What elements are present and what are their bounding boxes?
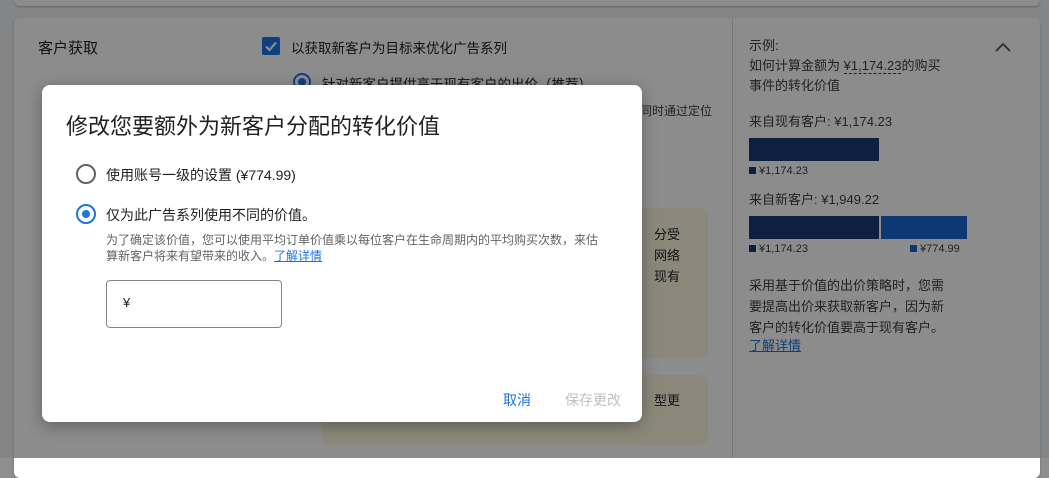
value-input-field[interactable]: ¥ — [106, 280, 282, 328]
help-text-body: 为了确定该价值，您可以使用平均订单价值乘以每位客户在生命周期内的平均购买次数，来… — [106, 233, 599, 263]
help-learn-more-link[interactable]: 了解详情 — [274, 249, 322, 263]
currency-prefix: ¥ — [123, 295, 131, 310]
help-text: 为了确定该价值，您可以使用平均订单价值乘以每位客户在生命周期内的平均购买次数，来… — [106, 232, 606, 264]
cancel-button[interactable]: 取消 — [503, 390, 531, 410]
custom-value-radio[interactable] — [76, 204, 96, 224]
dialog-title: 修改您要额外为新客户分配的转化价值 — [66, 114, 441, 139]
conversion-value-dialog: 修改您要额外为新客户分配的转化价值 使用账号一级的设置 (¥774.99) 仅为… — [42, 85, 642, 422]
account-setting-label[interactable]: 使用账号一级的设置 (¥774.99) — [106, 165, 296, 185]
value-input[interactable] — [137, 291, 271, 319]
account-setting-radio[interactable] — [76, 164, 96, 184]
save-button[interactable]: 保存更改 — [565, 390, 621, 410]
custom-value-label[interactable]: 仅为此广告系列使用不同的价值。 — [106, 205, 316, 225]
